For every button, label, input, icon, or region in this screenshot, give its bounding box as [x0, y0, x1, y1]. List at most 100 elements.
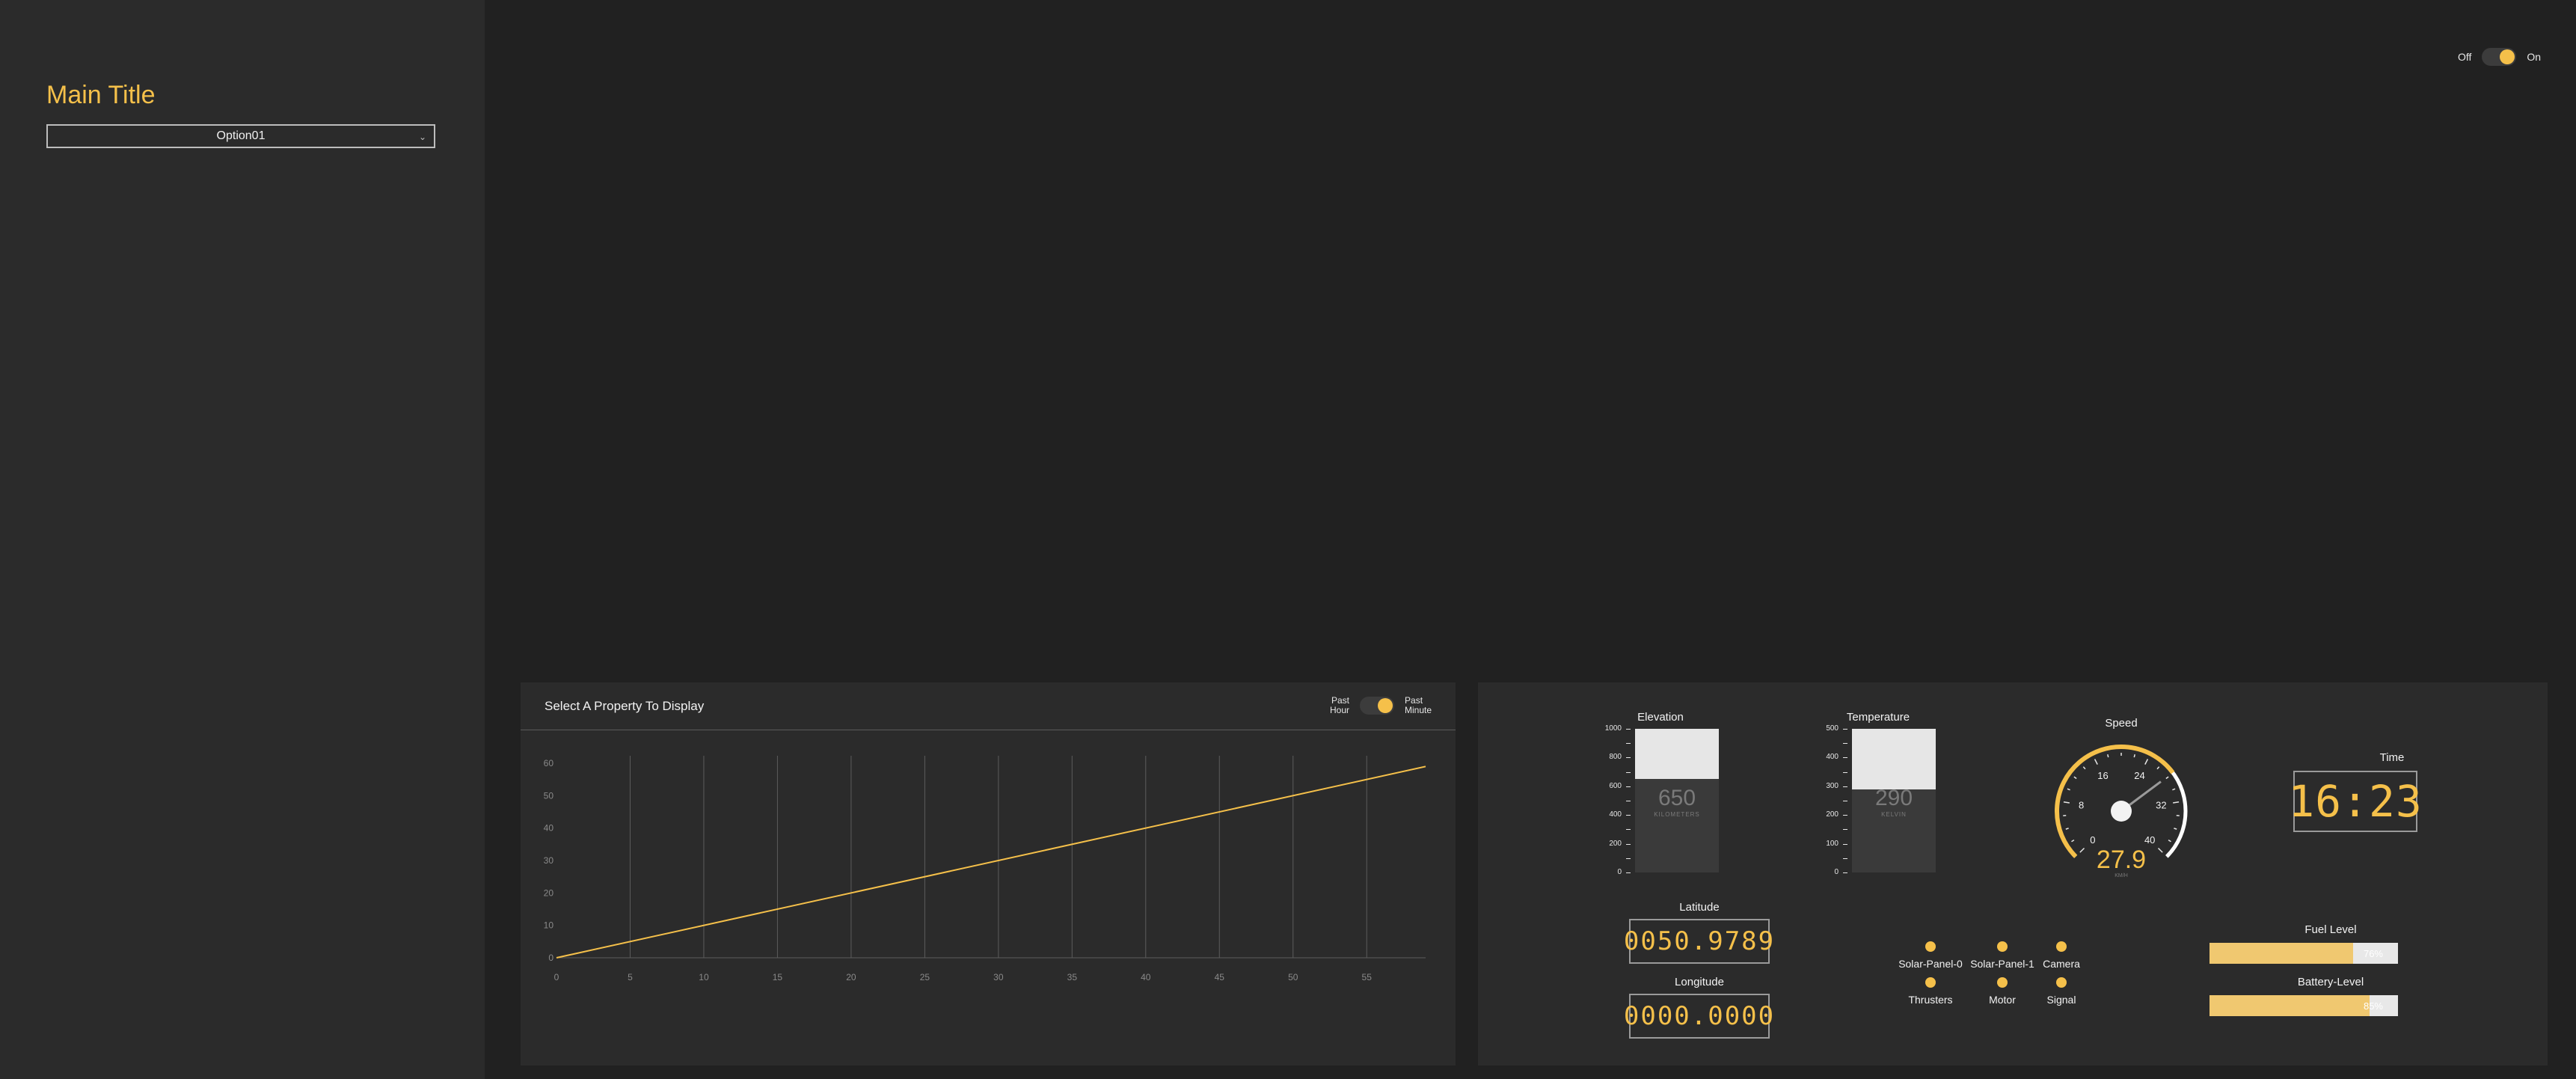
temperature-tube: 290 KELVIN: [1852, 729, 1936, 872]
time-range-toggle-group: Past Hour Past Minute: [1330, 696, 1432, 715]
elevation-scale-label: 0: [1617, 868, 1622, 876]
status-label: Solar-Panel-1: [1970, 958, 2034, 970]
speed-tick: [2065, 828, 2069, 830]
elevation-scale-label: 800: [1609, 753, 1622, 762]
temperature-value: 290: [1874, 786, 1913, 810]
temperature-scale-tick: [1843, 729, 1847, 730]
speed-label: Speed: [2105, 717, 2138, 730]
series-line: [556, 765, 1426, 959]
temperature-scale-tick: [1843, 843, 1847, 845]
speed-value: 27.9: [2097, 846, 2146, 874]
dropdown-selected-value: Option01: [216, 129, 266, 142]
elevation-label: Elevation: [1637, 711, 1684, 724]
sidebar: Main Title Option01 ⌄: [0, 0, 485, 1079]
past-hour-label-line2: Hour: [1330, 705, 1350, 715]
speed-tick: [2157, 847, 2163, 853]
status-indicator-dot: [1925, 941, 1936, 952]
temperature-label: Temperature: [1846, 711, 1910, 724]
temperature-scale-tick: [1843, 757, 1847, 759]
battery-level-label: Battery-Level: [2297, 976, 2364, 988]
power-toggle[interactable]: [2482, 48, 2517, 66]
battery-level-bar: 85%: [2209, 995, 2398, 1016]
x-tick-label: 35: [1067, 972, 1078, 982]
fuel-level-bar: 76%: [2209, 943, 2398, 964]
power-toggle-group: Off On: [2458, 48, 2541, 66]
x-tick-label: 5: [628, 972, 633, 982]
page-title: Main Title: [46, 81, 156, 109]
temperature-fill: [1852, 729, 1936, 789]
speed-unit: KM/H: [2115, 873, 2128, 878]
temperature-unit: KELVIN: [1881, 811, 1907, 818]
elevation-scale-tick: [1626, 743, 1631, 745]
speed-tick: [2174, 828, 2177, 830]
y-tick-label: 60: [544, 758, 554, 768]
x-tick-label: 0: [554, 972, 559, 982]
speed-tick: [2082, 766, 2086, 770]
speed-tick-label: 32: [2156, 800, 2166, 811]
elevation-scale-label: 400: [1609, 810, 1622, 819]
past-minute-label-line2: Minute: [1405, 705, 1432, 715]
past-hour-label: Past Hour: [1330, 696, 1349, 715]
status-indicator-dot: [2056, 977, 2067, 988]
status-solar-panel-0: Solar-Panel-0: [1897, 941, 1964, 970]
past-minute-label: Past Minute: [1405, 696, 1432, 715]
speed-tick: [2063, 801, 2070, 804]
status-label: Signal: [2046, 994, 2076, 1006]
x-tick-label: 40: [1141, 972, 1151, 982]
temperature-scale-tick: [1843, 858, 1847, 859]
chart-panel: Select A Property To Display Past Hour P…: [521, 682, 1456, 1066]
line-chart: 0 5 10 15 20 25 30 35 40 45 50 55 0 10 20 30 40 50 60: [544, 756, 1426, 982]
fuel-level-fill: [2209, 943, 2353, 964]
elevation-scale-label: 1000: [1604, 724, 1622, 733]
x-tick-label: 50: [1288, 972, 1298, 982]
speed-tick-label: 24: [2134, 770, 2144, 781]
elevation-unit: KILOMETERS: [1654, 811, 1700, 818]
x-tick-label: 15: [773, 972, 783, 982]
fuel-level-value: 76%: [2363, 948, 2383, 959]
status-indicator-dot: [1997, 977, 2008, 988]
temperature-scale-tick: [1843, 786, 1847, 787]
elevation-scale-tick: [1626, 729, 1631, 730]
speed-tick-label: 0: [2090, 834, 2095, 846]
latitude-display: 0050.9789: [1624, 919, 1773, 964]
speed-tick: [2165, 776, 2169, 780]
elevation-scale-label: 600: [1609, 781, 1622, 790]
telemetry-panel: Elevation 1000 800 600 400 200 0 650 KILOMETE…: [1478, 682, 2548, 1066]
temperature-scale-label: 400: [1826, 753, 1839, 762]
status-label: Motor: [1989, 994, 2016, 1006]
toggle-on-label: On: [2527, 51, 2542, 63]
temperature-scale-tick: [1843, 771, 1847, 773]
property-dropdown[interactable]: Option01 ⌄: [46, 124, 435, 148]
status-indicator-dot: [1997, 941, 2008, 952]
status-label: Solar-Panel-0: [1898, 958, 1963, 970]
temperature-scale-tick: [1843, 815, 1847, 816]
elevation-scale-label: 200: [1609, 839, 1622, 848]
status-motor: Motor: [1969, 977, 2036, 1006]
toggle-knob: [2500, 49, 2515, 64]
elevation-value: 650: [1657, 786, 1696, 810]
speed-tick: [2173, 801, 2180, 804]
time-range-toggle[interactable]: [1360, 697, 1395, 715]
elevation-scale-tick: [1626, 872, 1631, 873]
temperature-scale-label: 500: [1826, 724, 1839, 733]
speed-tick: [2172, 788, 2176, 791]
status-solar-panel-1: Solar-Panel-1: [1969, 941, 2036, 970]
latitude-label: Latitude: [1679, 901, 1720, 914]
speed-gauge: 0 8 16 24 32 4027.9KM/H: [2055, 745, 2188, 878]
x-tick-label: 20: [846, 972, 856, 982]
elevation-fill: [1635, 729, 1719, 780]
toggle-off-label: Off: [2458, 51, 2472, 63]
elevation-scale-tick: [1626, 829, 1631, 831]
longitude-display: 0000.0000: [1624, 994, 1773, 1039]
toggle-knob: [1378, 698, 1393, 713]
x-tick-label: 45: [1215, 972, 1225, 982]
y-tick-label: 20: [544, 887, 554, 898]
y-tick-label: 30: [544, 855, 554, 866]
chart-panel-title: Select A Property To Display: [545, 699, 705, 713]
elevation-scale-tick: [1626, 858, 1631, 859]
temperature-scale-label: 200: [1826, 810, 1839, 819]
fuel-level-label: Fuel Level: [2304, 923, 2357, 936]
speed-tick: [2133, 754, 2135, 758]
battery-level-fill: [2209, 995, 2370, 1016]
x-tick-label: 25: [920, 972, 930, 982]
